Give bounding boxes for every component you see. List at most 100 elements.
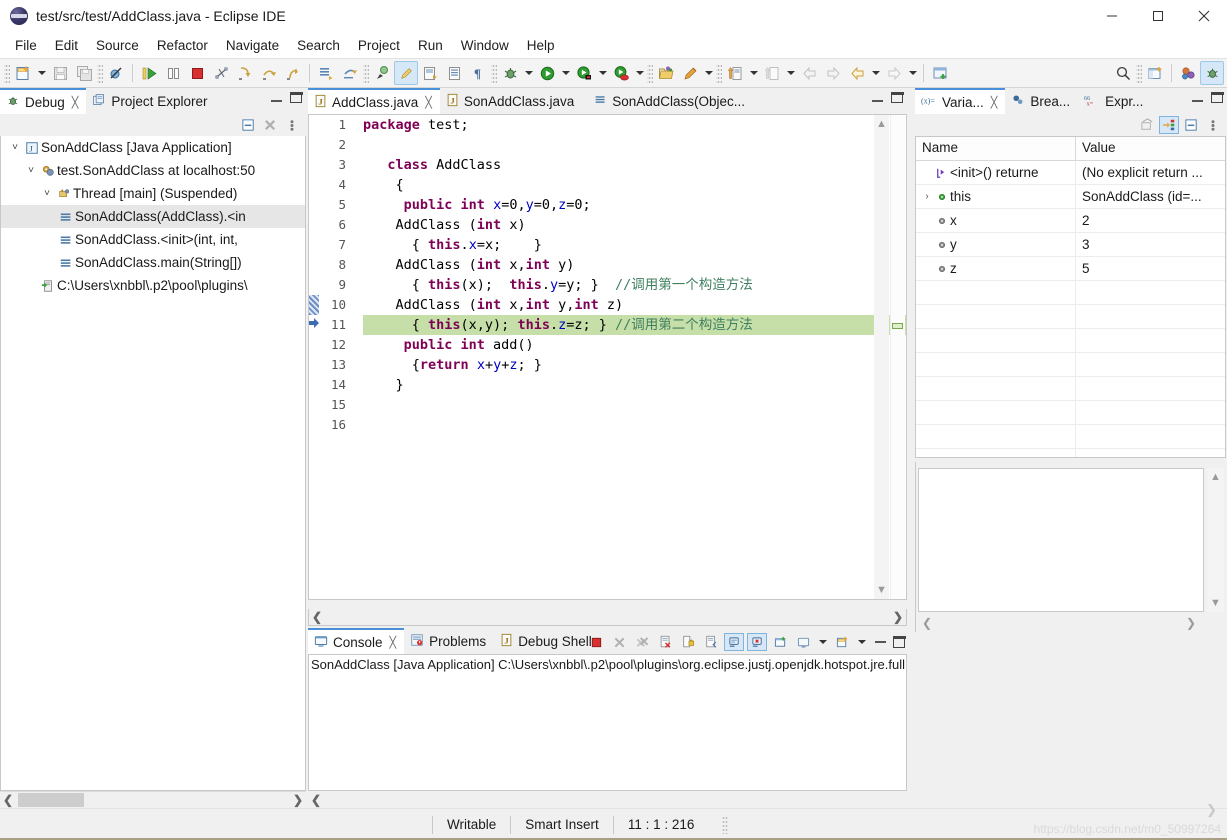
- forward-gray-icon[interactable]: [821, 61, 845, 85]
- tab-problems[interactable]: Problems: [404, 628, 494, 654]
- collapse-all-icon[interactable]: [238, 116, 258, 134]
- open-task-icon[interactable]: [418, 61, 442, 85]
- profile-dropdown-icon[interactable]: [633, 61, 646, 85]
- back-icon[interactable]: [845, 61, 869, 85]
- open-perspective-icon[interactable]: [1143, 61, 1167, 85]
- save-all-icon[interactable]: [72, 61, 96, 85]
- toggle-block-selection-icon[interactable]: [394, 61, 418, 85]
- debug-tree-hscrollbar[interactable]: ❮ ❯: [0, 791, 306, 808]
- show-console-on-output-icon[interactable]: [724, 633, 744, 651]
- save-icon[interactable]: [48, 61, 72, 85]
- run-icon[interactable]: [535, 61, 559, 85]
- tab-addclass-java-close-icon[interactable]: ╳: [425, 96, 432, 109]
- variables-row-empty[interactable]: [916, 377, 1225, 401]
- variables-row-return[interactable]: <init>() returne (No explicit return ...: [916, 161, 1225, 185]
- tree-row-stack-frame-3[interactable]: SonAddClass.main(String[]): [1, 251, 305, 274]
- new-java-class-icon[interactable]: [928, 61, 952, 85]
- menu-refactor[interactable]: Refactor: [148, 35, 217, 56]
- tree-row-stack-frame-2[interactable]: SonAddClass.<init>(int, int,: [1, 228, 305, 251]
- search-java-icon[interactable]: [678, 61, 702, 85]
- remove-launch-icon[interactable]: [609, 633, 629, 651]
- toolbar-grip-4[interactable]: [491, 63, 497, 83]
- next-annotation-icon[interactable]: [314, 61, 338, 85]
- editor-overview-ruler[interactable]: [890, 115, 905, 599]
- variables-minimize-icon[interactable]: [1192, 93, 1203, 102]
- console-maximize-icon[interactable]: [892, 632, 906, 652]
- terminate-console-icon[interactable]: [586, 633, 606, 651]
- pin-console-icon[interactable]: [770, 633, 790, 651]
- tab-console-close-icon[interactable]: ╳: [390, 636, 397, 649]
- tree-row-stack-frame-1[interactable]: SonAddClass(AddClass).<in: [1, 205, 305, 228]
- variables-row-y[interactable]: y 3: [916, 233, 1225, 257]
- statusbar-expand-arrow-icon[interactable]: ❯: [1206, 802, 1217, 818]
- console-minimize-icon[interactable]: [875, 632, 886, 652]
- tab-variables[interactable]: (x)= Varia... ╳: [915, 88, 1006, 114]
- view-menu-icon[interactable]: [1203, 116, 1223, 134]
- variables-row-this[interactable]: › this SonAddClass (id=...: [916, 185, 1225, 209]
- menu-source[interactable]: Source: [87, 35, 148, 56]
- show-logical-structure-icon[interactable]: [1159, 116, 1179, 134]
- scroll-lock-icon[interactable]: [678, 633, 698, 651]
- open-console-icon[interactable]: [832, 633, 852, 651]
- step-into-icon[interactable]: [233, 61, 257, 85]
- maximize-button[interactable]: [1135, 0, 1181, 32]
- variables-detail-hscrollbar[interactable]: ❮ ❯: [918, 614, 1224, 632]
- menu-project[interactable]: Project: [349, 35, 409, 56]
- collapse-variables-icon[interactable]: [1137, 116, 1157, 134]
- detail-hscroll-right-arrow-icon[interactable]: ❯: [1186, 616, 1196, 630]
- toolbar-grip-2[interactable]: [97, 63, 103, 83]
- back-dropdown-icon[interactable]: [869, 61, 882, 85]
- pilcrow-icon[interactable]: ¶: [466, 61, 490, 85]
- step-return-icon[interactable]: [281, 61, 305, 85]
- remove-all-launches-icon[interactable]: [632, 633, 652, 651]
- debug-icon[interactable]: [498, 61, 522, 85]
- editor-vscrollbar[interactable]: ▲ ▼: [874, 115, 889, 599]
- toolbar-grip[interactable]: [4, 63, 10, 83]
- previous-edit-dropdown-icon[interactable]: [784, 61, 797, 85]
- next-edit-icon[interactable]: [723, 61, 747, 85]
- minimize-button[interactable]: [1089, 0, 1135, 32]
- debug-stack-tree[interactable]: ˅ J SonAddClass [Java Application] ˅ tes…: [0, 136, 306, 791]
- twisty-open-icon-2[interactable]: ˅: [23, 165, 39, 176]
- profile-icon[interactable]: [609, 61, 633, 85]
- debug-dropdown-icon[interactable]: [522, 61, 535, 85]
- detail-hscroll-left-arrow-icon[interactable]: ❮: [922, 616, 932, 630]
- open-console-dropdown-icon[interactable]: [855, 630, 868, 654]
- menu-file[interactable]: File: [6, 35, 46, 56]
- back-gray-icon[interactable]: [797, 61, 821, 85]
- toolbar-grip-5[interactable]: [647, 63, 653, 83]
- editor-scroll-up-arrow-icon[interactable]: ▲: [874, 118, 889, 130]
- view-menu-icon[interactable]: [282, 116, 302, 134]
- editor-maximize-icon[interactable]: [890, 91, 904, 103]
- coverage-dropdown-icon[interactable]: [596, 61, 609, 85]
- forward-icon[interactable]: [882, 61, 906, 85]
- terminate-icon[interactable]: [185, 61, 209, 85]
- next-edit-dropdown-icon[interactable]: [747, 61, 760, 85]
- previous-edit-icon[interactable]: [760, 61, 784, 85]
- variables-row-empty[interactable]: [916, 353, 1225, 377]
- toolbar-grip-6[interactable]: [716, 63, 722, 83]
- code-text-area[interactable]: package test; class AddClass { public in…: [351, 115, 906, 599]
- tab-breakpoints[interactable]: Brea...: [1005, 88, 1078, 114]
- menu-search[interactable]: Search: [288, 35, 349, 56]
- tab-expressions[interactable]: 66 x= Expr...: [1078, 88, 1151, 114]
- step-over-icon[interactable]: [257, 61, 281, 85]
- java-perspective-icon[interactable]: [1176, 61, 1200, 85]
- suspend-icon[interactable]: [161, 61, 185, 85]
- detail-scroll-up-arrow-icon[interactable]: ▲: [1207, 471, 1224, 483]
- variables-table[interactable]: Name Value <init>() returne (No explicit…: [915, 136, 1226, 458]
- editor-hscroll-right-arrow-icon[interactable]: ❯: [890, 610, 906, 624]
- word-wrap-icon[interactable]: [701, 633, 721, 651]
- code-editor[interactable]: 1 2 3 4 5 6 7 8 9 10 11 12 13 14 15 16 p…: [308, 114, 907, 600]
- tree-row-jre[interactable]: C:\Users\xnbbl\.p2\pool\plugins\: [1, 274, 305, 297]
- menu-edit[interactable]: Edit: [46, 35, 87, 56]
- console-hscrollbar[interactable]: ❮: [308, 791, 907, 808]
- menu-navigate[interactable]: Navigate: [217, 35, 288, 56]
- close-button[interactable]: [1181, 0, 1227, 32]
- hscroll-left-arrow-icon[interactable]: ❮: [0, 793, 16, 807]
- twisty-closed-icon[interactable]: ›: [920, 191, 934, 202]
- resume-icon[interactable]: [137, 61, 161, 85]
- tab-debug-close-icon[interactable]: ╳: [72, 96, 79, 109]
- column-header-name[interactable]: Name: [916, 137, 1076, 160]
- skip-breakpoints-icon[interactable]: [104, 61, 128, 85]
